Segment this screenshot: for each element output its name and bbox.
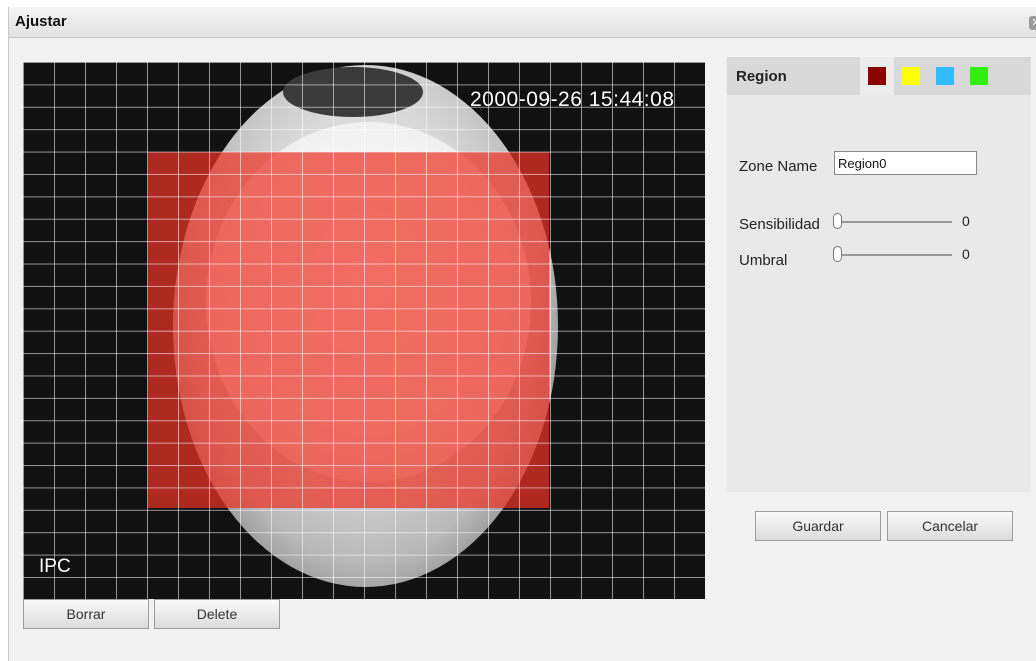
color-option-dark-red[interactable] <box>860 57 894 95</box>
save-button[interactable]: Guardar <box>755 511 881 541</box>
sensitivity-value: 0 <box>962 213 970 229</box>
color-option-yellow[interactable] <box>894 57 928 95</box>
zone-name-input[interactable] <box>834 151 977 175</box>
threshold-value: 0 <box>962 246 970 262</box>
cancel-button[interactable]: Cancelar <box>887 511 1013 541</box>
delete-button[interactable]: Delete <box>154 599 280 629</box>
swatch-dark-red <box>868 67 886 85</box>
borrar-button[interactable]: Borrar <box>23 599 149 629</box>
sensitivity-label: Sensibilidad <box>739 216 820 233</box>
channel-label: IPC <box>39 556 71 577</box>
color-option-blue[interactable] <box>928 57 962 95</box>
region-panel: Region Zone Name Sensibilidad 0 Umbral 0 <box>727 57 1031 492</box>
adjust-dialog: Ajustar ✕ 2000-09-26 15:44:08 IPC Borrar… <box>8 7 1036 661</box>
sensitivity-slider-thumb[interactable] <box>833 213 842 229</box>
video-preview[interactable]: 2000-09-26 15:44:08 IPC <box>23 62 705 599</box>
color-option-green[interactable] <box>962 57 996 95</box>
motion-grid[interactable] <box>23 62 705 599</box>
swatch-green <box>970 67 988 85</box>
dialog-titlebar: Ajustar ✕ <box>9 7 1036 38</box>
threshold-slider-thumb[interactable] <box>833 246 842 262</box>
dialog-title: Ajustar <box>15 13 67 30</box>
sensitivity-slider-track[interactable] <box>837 221 952 223</box>
threshold-label: Umbral <box>739 252 788 269</box>
swatch-yellow <box>902 67 920 85</box>
region-panel-header: Region <box>727 57 1031 95</box>
video-timestamp: 2000-09-26 15:44:08 <box>470 88 675 111</box>
region-title: Region <box>736 68 787 85</box>
threshold-slider-track[interactable] <box>837 254 952 256</box>
zone-name-label: Zone Name <box>739 158 818 175</box>
close-icon[interactable]: ✕ <box>1029 16 1036 30</box>
swatch-blue <box>936 67 954 85</box>
